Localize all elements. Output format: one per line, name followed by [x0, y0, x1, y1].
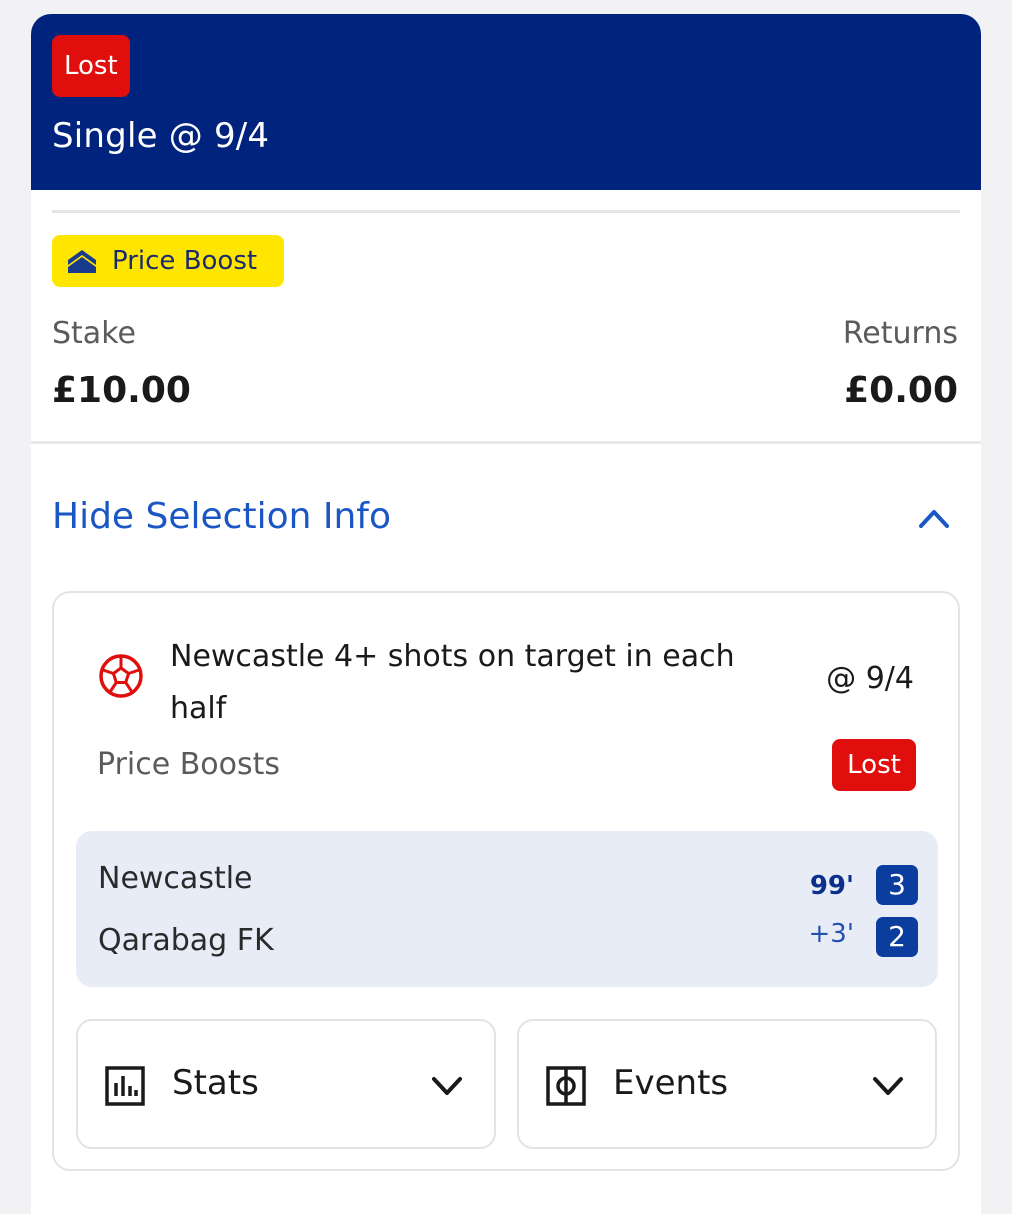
- away-team-name: Qarabag FK: [98, 923, 274, 958]
- price-boost-label: Price Boost: [112, 246, 258, 276]
- pitch-icon: [546, 1066, 586, 1106]
- bet-title: Single @ 9/4: [52, 116, 270, 156]
- hide-selection-info-link[interactable]: Hide Selection Info: [52, 496, 391, 537]
- added-time: +3': [808, 919, 854, 949]
- bet-card: Lost Single @ 9/4 Price Boost Stake Retu…: [31, 14, 981, 1214]
- stats-label: Stats: [172, 1063, 259, 1103]
- scoreboard: Newcastle Qarabag FK 99' +3' 3 2: [76, 831, 938, 987]
- chevron-down-icon: [432, 1077, 462, 1095]
- stake-value: £10.00: [52, 370, 191, 411]
- bet-status-badge: Lost: [52, 35, 130, 97]
- returns-label: Returns: [842, 316, 958, 351]
- stats-icon: [105, 1066, 145, 1106]
- events-accordion-button[interactable]: Events: [517, 1019, 937, 1149]
- returns-value: £0.00: [844, 370, 958, 411]
- divider: [31, 441, 981, 444]
- stats-accordion-button[interactable]: Stats: [76, 1019, 496, 1149]
- chevron-up-icon[interactable]: [917, 504, 951, 532]
- selection-status-badge: Lost: [832, 739, 916, 791]
- price-boost-badge: Price Boost: [52, 235, 284, 287]
- home-score: 3: [876, 865, 918, 905]
- events-label: Events: [613, 1063, 729, 1103]
- away-score: 2: [876, 917, 918, 957]
- football-icon: [99, 654, 143, 698]
- selection-market: Price Boosts: [97, 747, 281, 782]
- chevron-down-icon: [873, 1077, 903, 1095]
- match-clock: 99': [809, 871, 854, 901]
- bet-header: Lost Single @ 9/4: [31, 14, 981, 190]
- home-team-name: Newcastle: [98, 861, 253, 896]
- selection-card: Newcastle 4+ shots on target in each hal…: [52, 591, 960, 1171]
- selection-odds: @ 9/4: [826, 661, 914, 696]
- divider: [52, 210, 960, 213]
- price-boost-icon: [68, 250, 96, 273]
- stake-label: Stake: [52, 316, 136, 351]
- selection-title: Newcastle 4+ shots on target in each hal…: [170, 639, 735, 726]
